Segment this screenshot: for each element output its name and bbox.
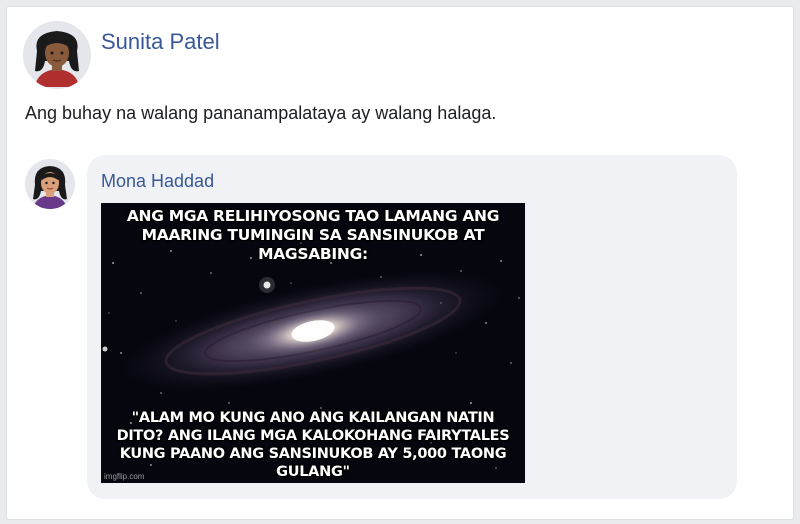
meme-top-text: ANG MGA RELIHIYOSONG TAO LAMANG ANG MAAR… — [126, 207, 500, 263]
avatar-woman-long-hair-icon — [25, 159, 75, 209]
post-card: Sunita Patel Ang buhay na walang pananam… — [6, 6, 794, 520]
comment-bubble: Mona Haddad ANG MGA RELIHIYOSONG TAO LAM… — [87, 155, 737, 499]
comment-author-avatar[interactable] — [25, 159, 75, 209]
post-author-name[interactable]: Sunita Patel — [101, 29, 220, 55]
comment-author-name[interactable]: Mona Haddad — [101, 171, 214, 192]
post-author-avatar[interactable] — [23, 21, 91, 89]
post-text: Ang buhay na walang pananampalataya ay w… — [25, 103, 497, 123]
avatar-woman-curly-hair-icon — [23, 21, 91, 89]
meme-watermark: imgflip.com — [104, 472, 145, 481]
meme-bottom-text: "ALAM MO KUNG ANO ANG KAILANGAN NATIN DI… — [116, 410, 510, 480]
meme-image[interactable]: ANG MGA RELIHIYOSONG TAO LAMANG ANG MAAR… — [101, 203, 525, 483]
